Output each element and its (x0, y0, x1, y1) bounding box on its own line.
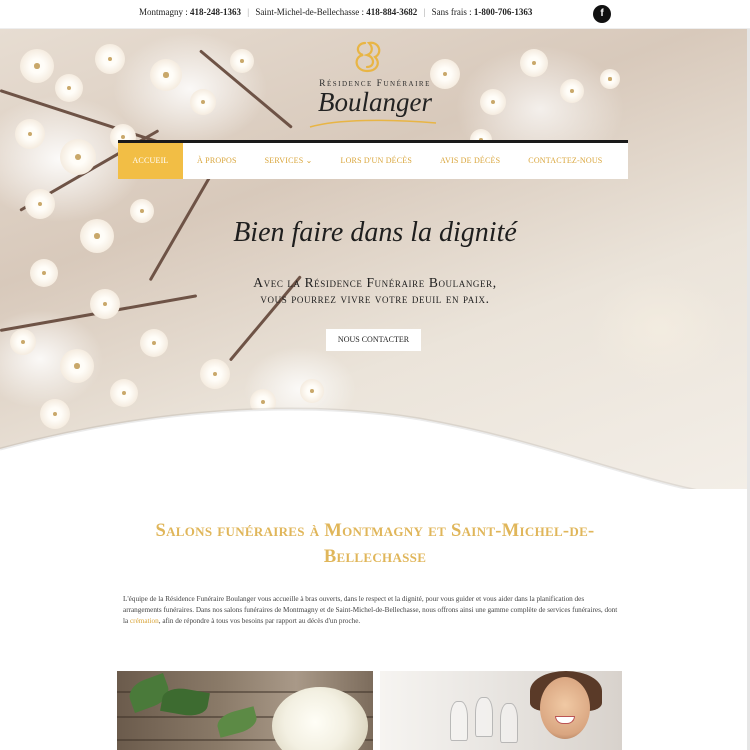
separator: | (423, 7, 426, 17)
intro-text-end: , afin de répondre à tous vos besoins pa… (158, 617, 361, 625)
blossom (480, 89, 506, 115)
contact-toll-free-label: Sans frais : (431, 7, 472, 17)
blossom (10, 329, 36, 355)
contact-numbers: Montmagny : 418-248-1363 | Saint-Michel-… (139, 7, 532, 17)
blossom (20, 49, 54, 83)
nav-item-a-propos[interactable]: À PROPOS (183, 143, 251, 179)
blossom (15, 119, 45, 149)
dinner-gathering-photo[interactable] (380, 671, 622, 750)
cremation-link[interactable]: crémation (130, 617, 159, 625)
blossom (60, 349, 94, 383)
nav-item-lors-d-un-deces[interactable]: LORS D'UN DÉCÈS (326, 143, 426, 179)
blossom (55, 74, 83, 102)
blossom (25, 189, 55, 219)
section-title: Salons funéraires à Montmagny et Saint-M… (155, 521, 595, 567)
separator: | (247, 7, 250, 17)
hero-subtitle-line-2: vous pourrez vivre votre deuil en paix. (260, 291, 490, 306)
contact-saint-michel-label: Saint-Michel-de-Bellechasse : (255, 7, 365, 17)
contact-montmagny-phone[interactable]: 418-248-1363 (190, 7, 241, 17)
nav-item-contactez-nous[interactable]: CONTACTEZ-NOUS (514, 143, 616, 179)
blossom (60, 139, 96, 175)
hero-tagline: Bien faire dans la dignité (233, 217, 517, 248)
contact-saint-michel-phone[interactable]: 418-884-3682 (366, 7, 417, 17)
contact-toll-free-phone[interactable]: 1-800-706-1363 (474, 7, 533, 17)
wave-divider (0, 407, 697, 489)
blossom (560, 79, 584, 103)
main-navigation: ACCUEIL À PROPOS SERVICES ⌄ LORS D'UN DÉ… (118, 140, 628, 179)
blossom (600, 69, 620, 89)
contact-us-button[interactable]: NOUS CONTACTER (326, 329, 421, 351)
logo-monogram-icon[interactable] (351, 37, 395, 77)
nav-item-services[interactable]: SERVICES ⌄ (251, 143, 327, 179)
blossom (190, 89, 216, 115)
hero-banner: Résidence Funéraire Boulanger ACCUEIL À … (0, 29, 750, 489)
white-rose-photo[interactable] (117, 671, 373, 750)
hero-subtitle-line-1: Avec la Résidence Funéraire Boulanger, (253, 275, 497, 290)
blossom (230, 49, 254, 73)
nav-item-avis-de-deces[interactable]: AVIS DE DÉCÈS (426, 143, 514, 179)
blossom (520, 49, 548, 77)
nav-item-accueil[interactable]: ACCUEIL (118, 143, 183, 179)
blossom (200, 359, 230, 389)
facebook-icon[interactable]: f (593, 5, 611, 23)
blossom (150, 59, 182, 91)
top-contact-bar: Montmagny : 418-248-1363 | Saint-Michel-… (0, 0, 750, 29)
hero-subtitle: Avec la Résidence Funéraire Boulanger, v… (0, 275, 750, 307)
contact-montmagny-label: Montmagny : (139, 7, 188, 17)
logo-swoosh-icon (309, 119, 437, 128)
logo-name[interactable]: Boulanger (290, 87, 460, 118)
blossom (95, 44, 125, 74)
blossom (140, 329, 168, 357)
intro-paragraph: L'équipe de la Résidence Funéraire Boula… (123, 594, 623, 627)
